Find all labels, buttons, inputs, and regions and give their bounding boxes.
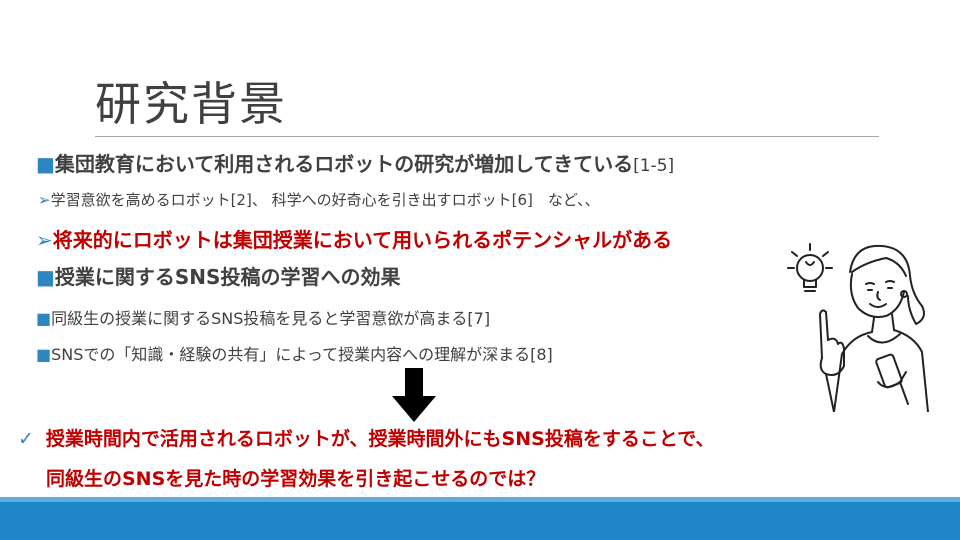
footer-accent-stripe	[0, 497, 960, 502]
footer-bar	[0, 497, 960, 540]
citation: [1-5]	[633, 156, 675, 176]
bullet-text: 授業に関するSNS投稿の学習への効果	[54, 265, 401, 289]
arrow-bullet-icon: ➢	[38, 191, 51, 209]
arrow-bullet-icon: ➢	[36, 228, 53, 252]
slide-title: 研究背景	[95, 77, 287, 131]
bullet-text: 集団教育において利用されるロボットの研究が増加してきている	[54, 152, 634, 176]
sub-bullet-examples: ➢学習意欲を高めるロボット[2]、 科学への好奇心を引き出すロボット[6] など…	[38, 189, 600, 210]
conclusion-line-2: 同級生のSNSを見た時の学習効果を引き起こせるのでは？	[46, 468, 546, 490]
conclusion-line-1: ✓ 授業時間内で活用されるロボットが、授業時間外にもSNS投稿をすることで、	[18, 424, 714, 451]
bullet-text: SNSでの「知識・経験の共有」によって授業内容への理解が深まる[8]	[51, 345, 553, 364]
square-bullet-icon: ■	[36, 309, 52, 328]
square-bullet-icon: ■	[36, 345, 52, 364]
sub-bullet-understanding: ■SNSでの「知識・経験の共有」によって授業内容への理解が深まる[8]	[36, 341, 553, 365]
bullet-text: 将来的にロボットは集団授業において用いられるポテンシャルがある	[52, 228, 673, 252]
bullet-text: 学習意欲を高めるロボット[2]、 科学への好奇心を引き出すロボット[6] など、…	[50, 191, 600, 209]
title-divider	[95, 136, 879, 137]
highlight-potential: ➢将来的にロボットは集団授業において用いられるポテンシャルがある	[36, 224, 672, 253]
down-arrow-icon	[392, 368, 436, 422]
checkmark-icon: ✓	[18, 428, 34, 450]
bullet-sns-effect: ■授業に関するSNS投稿の学習への効果	[36, 261, 400, 290]
square-bullet-icon: ■	[36, 265, 55, 289]
bullet-robots-in-group-education: ■集団教育において利用されるロボットの研究が増加してきている[1-5]	[36, 148, 674, 177]
girl-with-lightbulb-illustration	[787, 243, 929, 412]
conclusion-text: 授業時間内で活用されるロボットが、授業時間外にもSNS投稿をすることで、	[45, 428, 715, 450]
square-bullet-icon: ■	[36, 152, 55, 176]
bullet-text: 同級生の授業に関するSNS投稿を見ると学習意欲が高まる[7]	[51, 309, 491, 328]
sub-bullet-motivation: ■同級生の授業に関するSNS投稿を見ると学習意欲が高まる[7]	[36, 305, 490, 329]
